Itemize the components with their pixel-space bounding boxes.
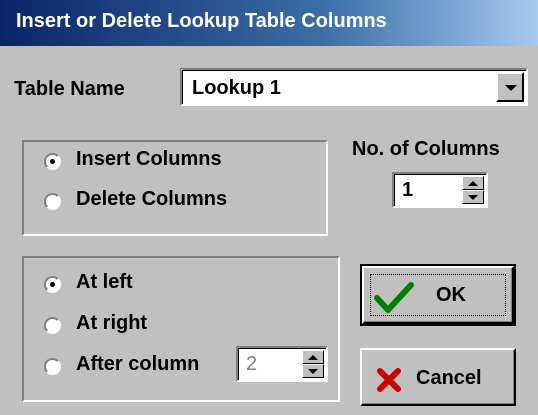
spin-up-icon[interactable] (462, 176, 484, 190)
window-title: Insert or Delete Lookup Table Columns (16, 10, 387, 32)
ok-button[interactable]: OK (360, 264, 516, 326)
spinner-buttons[interactable] (302, 350, 324, 378)
x-icon (377, 368, 401, 392)
no-of-columns-label: No. of Columns (352, 138, 500, 160)
table-name-dropdown[interactable]: Lookup 1 (180, 68, 528, 106)
ok-label: OK (436, 284, 466, 306)
title-bar: Insert or Delete Lookup Table Columns (0, 0, 538, 46)
spinner-buttons[interactable] (462, 176, 484, 204)
after-column-label[interactable]: After column (76, 353, 199, 376)
at-left-radio[interactable] (44, 276, 61, 293)
spin-up-icon[interactable] (302, 350, 324, 364)
chevron-down-icon[interactable] (496, 72, 524, 102)
insert-columns-radio[interactable] (44, 153, 61, 170)
delete-columns-radio[interactable] (44, 193, 61, 210)
dialog-window: Insert or Delete Lookup Table Columns Ta… (0, 0, 538, 415)
checkmark-icon (374, 282, 414, 313)
table-name-label: Table Name (14, 78, 125, 100)
after-column-value: 2 (246, 353, 258, 375)
no-of-columns-value: 1 (402, 179, 414, 201)
cancel-label: Cancel (416, 367, 482, 389)
table-name-value: Lookup 1 (192, 77, 281, 99)
spin-down-icon[interactable] (302, 364, 324, 378)
after-column-radio[interactable] (44, 358, 61, 375)
insert-columns-label[interactable]: Insert Columns (76, 148, 222, 171)
at-right-label[interactable]: At right (76, 312, 147, 335)
delete-columns-label[interactable]: Delete Columns (76, 188, 227, 211)
at-left-label[interactable]: At left (76, 271, 133, 294)
at-right-radio[interactable] (44, 317, 61, 334)
spin-down-icon[interactable] (462, 190, 484, 204)
cancel-button[interactable]: Cancel (360, 348, 516, 406)
after-column-spinner[interactable]: 2 (236, 346, 328, 382)
no-of-columns-spinner[interactable]: 1 (392, 172, 488, 208)
